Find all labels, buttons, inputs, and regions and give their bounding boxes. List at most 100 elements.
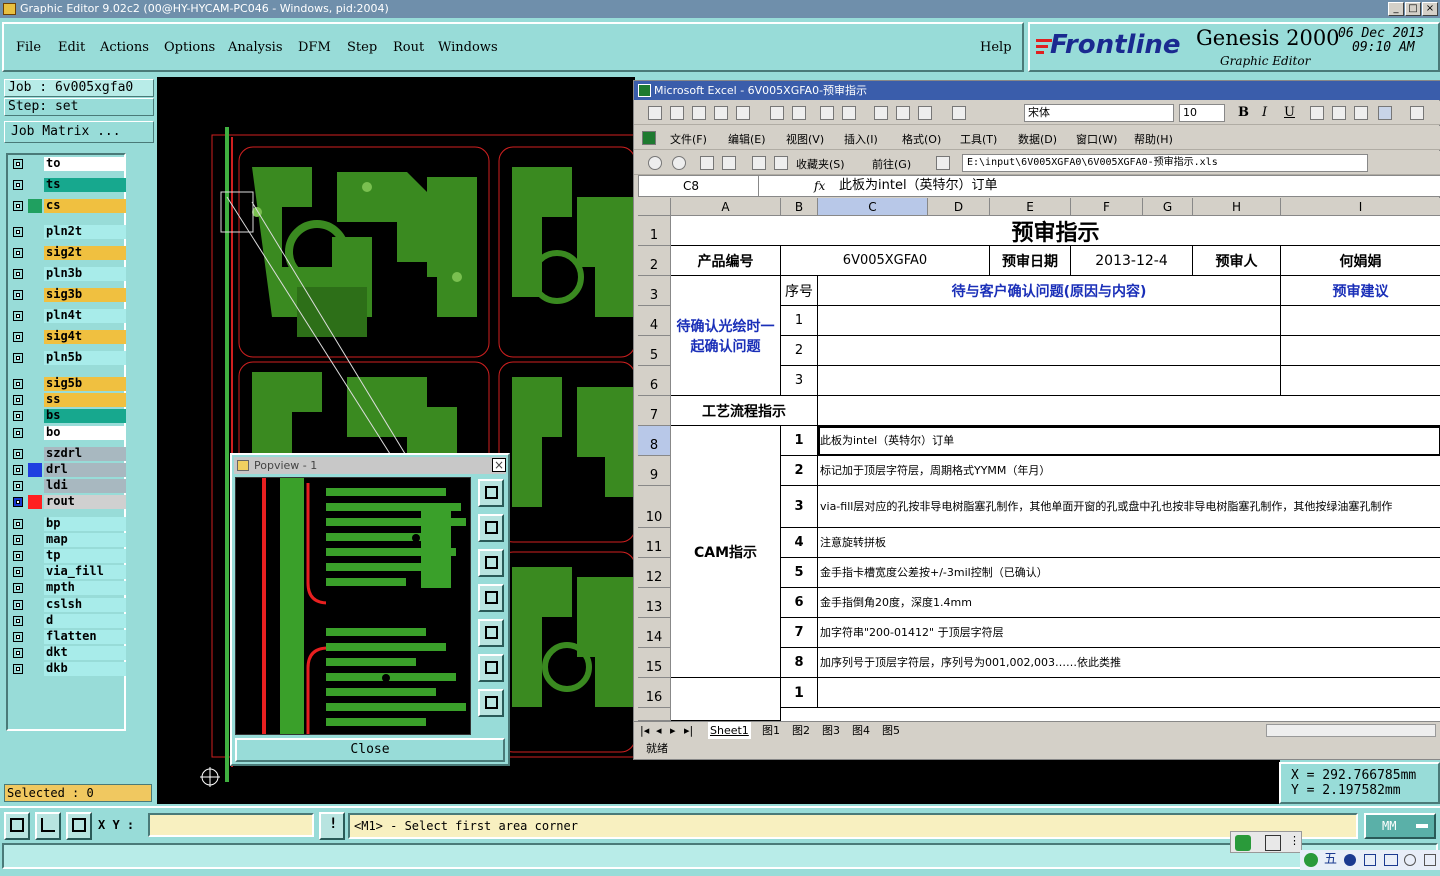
layer-row-pln5b[interactable]: pln5b [10,351,126,365]
layer-checkbox[interactable] [13,518,23,529]
layer-row-dkb[interactable]: dkb [10,662,126,677]
cell-review-date-label[interactable]: 预审日期 [990,246,1071,276]
excel-menu-tools[interactable]: 工具(T) [960,131,997,147]
cell-process-value[interactable] [818,396,1440,426]
layer-color-swatch[interactable] [28,377,42,391]
layer-row-sig4t[interactable]: sig4t [10,330,126,344]
layer-name[interactable]: map [44,532,126,547]
menu-step[interactable]: Step [347,40,377,55]
layer-color-swatch[interactable] [28,533,42,547]
stop-icon[interactable] [700,156,714,170]
layer-name[interactable]: mpth [44,581,126,596]
cam-item-text[interactable]: 金手指卡槽宽度公差按+/-3mil控制（已确认） [818,558,1440,588]
col-header-i[interactable]: I [1281,198,1440,216]
tab-prev-icon[interactable]: ◂ [656,722,662,739]
layer-color-swatch[interactable] [28,517,42,531]
menu-options[interactable]: Options [164,40,215,55]
layer-name[interactable]: ldi [44,479,126,494]
popview-zoom-in-button[interactable] [478,654,504,682]
layer-row-ts[interactable]: ts [10,178,126,192]
layer-checkbox[interactable] [13,664,23,675]
layer-row-bp[interactable]: bp [10,516,126,531]
menu-rout[interactable]: Rout [393,40,424,55]
show-web-toolbar-icon[interactable] [936,156,950,170]
cell-pending-1[interactable]: 1 [781,306,818,336]
layer-checkbox[interactable] [13,248,23,258]
sheet-tab-5[interactable]: 图4 [852,722,870,739]
layer-row-bs[interactable]: bs [10,409,126,424]
layer-row-sig2t[interactable]: sig2t [10,246,126,260]
layer-checkbox[interactable] [13,311,23,321]
layer-name[interactable]: pln3b [44,267,126,281]
layer-checkbox[interactable] [13,583,23,594]
layer-color-swatch[interactable] [28,565,42,579]
layer-name[interactable]: via_fill [44,565,126,580]
layer-name[interactable]: cslsh [44,597,126,612]
tab-first-icon[interactable]: |◂ [640,722,649,739]
layer-checkbox[interactable] [13,648,23,659]
align-left-icon[interactable] [1310,106,1324,120]
formula-content[interactable]: 此板为intel（英特尔）订单 [839,176,998,196]
new-icon[interactable] [648,106,662,120]
layer-checkbox[interactable] [13,395,23,406]
job-matrix-button[interactable]: Job Matrix ... [4,121,154,143]
row-header-15[interactable]: 15 [638,648,671,678]
row-header-11[interactable]: 11 [638,528,671,558]
align-right-icon[interactable] [1354,106,1368,120]
ime-mode[interactable]: 五 [1324,850,1337,870]
sogou-icon[interactable] [1304,853,1318,867]
layer-checkbox[interactable] [13,201,23,211]
cam-item-text[interactable]: 此板为intel（英特尔）订单 [818,426,1440,456]
layer-color-swatch[interactable] [28,495,42,510]
menu-actions[interactable]: Actions [100,40,149,55]
cam-item-num[interactable]: 3 [781,486,818,528]
measure-button[interactable] [35,812,61,840]
unit-select[interactable]: MM [1364,813,1436,839]
row-header-2[interactable]: 2 [638,246,671,276]
font-size-select[interactable]: 10 [1179,104,1225,122]
cell-pending-2[interactable]: 2 [781,336,818,366]
ime-logo-icon[interactable] [1235,835,1251,851]
layer-name[interactable]: sig5b [44,377,126,391]
layer-checkbox[interactable] [13,448,23,459]
col-header-c[interactable]: C [818,198,928,216]
layer-row-to[interactable]: to [10,157,126,171]
layer-checkbox[interactable] [13,159,23,169]
row-header-6[interactable]: 6 [638,366,671,396]
row-header-4[interactable]: 4 [638,306,671,336]
layer-checkbox[interactable] [13,599,23,610]
layer-name[interactable]: rout [44,495,126,510]
permission-icon[interactable] [714,106,728,120]
format-painter-icon[interactable] [952,106,966,120]
cam-item-text[interactable]: via-fill层对应的孔按非导电树脂塞孔制作，其他单面开窗的孔或盘中孔也按非导… [818,486,1440,528]
layer-color-swatch[interactable] [28,351,42,365]
layer-row-ldi[interactable]: ldi [10,479,126,494]
layer-name[interactable]: to [44,157,126,171]
layer-checkbox[interactable] [13,269,23,279]
layer-color-swatch[interactable] [28,646,42,660]
layer-name[interactable]: bo [44,425,126,440]
layer-color-swatch[interactable] [28,330,42,344]
popview-close-button[interactable]: Close [235,738,505,762]
layer-color-swatch[interactable] [28,598,42,612]
menu-edit[interactable]: Edit [58,40,85,55]
layer-row-flatten[interactable]: flatten [10,630,126,644]
horizontal-scrollbar[interactable] [1266,724,1436,737]
popview-pan-left-button[interactable] [478,584,504,612]
align-center-icon[interactable] [1332,106,1346,120]
col-header-a[interactable]: A [671,198,781,216]
layer-row-mpth[interactable]: mpth [10,581,126,596]
cam-item-text[interactable]: 注意旋转拼板 [818,528,1440,558]
layer-name[interactable]: bp [44,516,126,531]
info-button[interactable]: ! [319,812,345,840]
cell-row16-text[interactable] [818,678,1440,708]
layer-checkbox[interactable] [13,567,23,578]
col-header-e[interactable]: E [990,198,1071,216]
open-icon[interactable] [670,106,684,120]
row-header-9[interactable]: 9 [638,456,671,486]
layer-checkbox[interactable] [13,411,23,422]
layer-checkbox[interactable] [13,427,23,438]
cam-item-text[interactable]: 金手指倒角20度，深度1.4mm [818,588,1440,618]
menu-analysis[interactable]: Analysis [228,40,283,55]
cam-item-text[interactable]: 加序列号于顶层字符层，序列号为001,002,003……依此类推 [818,648,1440,678]
